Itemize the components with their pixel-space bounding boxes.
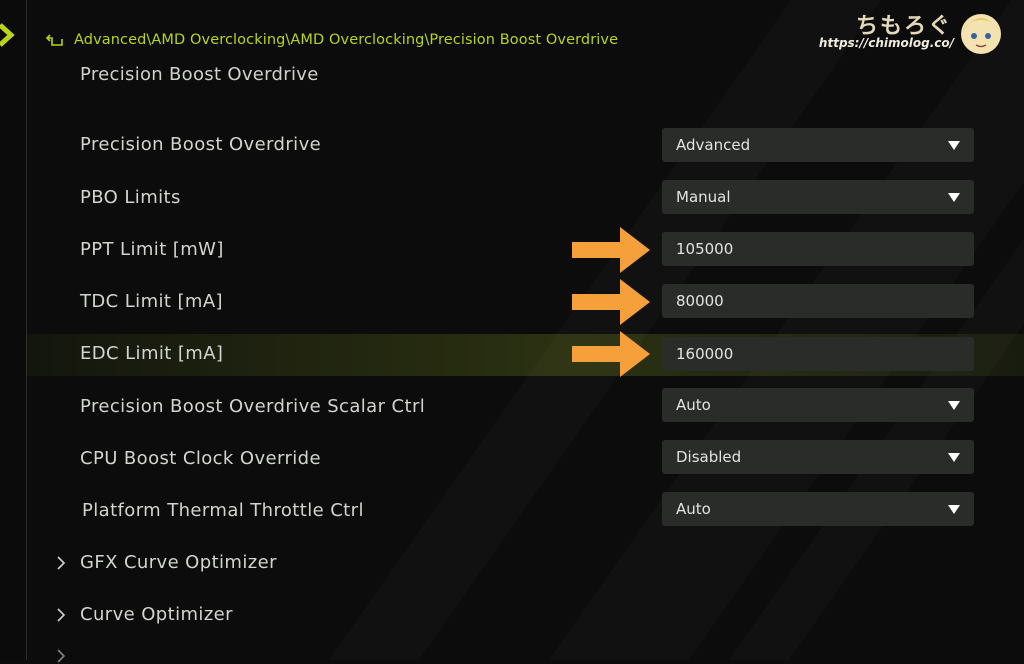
left-rail — [0, 0, 27, 660]
chevron-right-icon — [57, 607, 66, 622]
orange-arrow-icon — [572, 227, 650, 273]
setting-label-scalar-ctrl: Precision Boost Overdrive Scalar Ctrl — [80, 396, 426, 417]
setting-label-boost-clock-override: CPU Boost Clock Override — [80, 448, 321, 469]
chevron-logo-icon — [0, 23, 15, 47]
scalar-ctrl-dropdown-value: Auto — [676, 396, 711, 414]
submenu-label: Curve Optimizer — [80, 604, 233, 625]
back-icon[interactable] — [44, 33, 64, 47]
chevron-right-icon — [57, 649, 66, 663]
pbo-dropdown[interactable]: Advanced — [662, 128, 974, 162]
ppt-limit-input[interactable]: 105000 — [662, 232, 974, 266]
tdc-limit-input[interactable]: 80000 — [662, 284, 974, 318]
pbo-limits-dropdown[interactable]: Manual — [662, 180, 974, 214]
submenu-gfx-curve-optimizer[interactable]: GFX Curve Optimizer — [56, 552, 277, 573]
submenu-partial-next[interactable] — [56, 648, 66, 664]
setting-label-ppt-limit: PPT Limit [mW] — [80, 239, 224, 260]
edc-limit-input[interactable]: 160000 — [662, 337, 974, 371]
chevron-right-icon — [57, 555, 66, 570]
boost-clock-override-dropdown-value: Disabled — [676, 448, 742, 466]
breadcrumb-bar: Advanced\AMD Overclocking\AMD Overclocki… — [44, 30, 618, 50]
dropdown-triangle-icon — [948, 192, 960, 202]
setting-label-tdc-limit: TDC Limit [mA] — [80, 291, 223, 312]
pbo-limits-dropdown-value: Manual — [676, 188, 731, 206]
pbo-dropdown-value: Advanced — [676, 136, 751, 154]
dropdown-triangle-icon — [948, 504, 960, 514]
thermal-throttle-dropdown-value: Auto — [676, 500, 711, 518]
boost-clock-override-dropdown[interactable]: Disabled — [662, 440, 974, 474]
setting-label-thermal-throttle: Platform Thermal Throttle Ctrl — [82, 500, 364, 521]
dropdown-triangle-icon — [948, 452, 960, 462]
edc-limit-value: 160000 — [676, 345, 734, 363]
dropdown-triangle-icon — [948, 400, 960, 410]
orange-arrow-icon — [572, 279, 650, 325]
page-title: Precision Boost Overdrive — [80, 64, 319, 85]
tdc-limit-value: 80000 — [676, 292, 724, 310]
setting-label-edc-limit: EDC Limit [mA] — [80, 343, 224, 364]
dropdown-triangle-icon — [948, 140, 960, 150]
breadcrumb: Advanced\AMD Overclocking\AMD Overclocki… — [74, 32, 619, 48]
site-watermark: ちもろぐ https://chimolog.co/ — [819, 4, 1014, 58]
submenu-label: GFX Curve Optimizer — [80, 552, 277, 573]
mascot-avatar-icon — [961, 14, 1001, 54]
submenu-curve-optimizer[interactable]: Curve Optimizer — [56, 604, 233, 625]
thermal-throttle-dropdown[interactable]: Auto — [662, 492, 974, 526]
setting-label-pbo: Precision Boost Overdrive — [80, 134, 322, 155]
scalar-ctrl-dropdown[interactable]: Auto — [662, 388, 974, 422]
ppt-limit-value: 105000 — [676, 240, 734, 258]
watermark-url: https://chimolog.co/ — [818, 36, 954, 50]
setting-label-pbo-limits: PBO Limits — [80, 187, 181, 208]
orange-arrow-icon — [572, 331, 650, 377]
